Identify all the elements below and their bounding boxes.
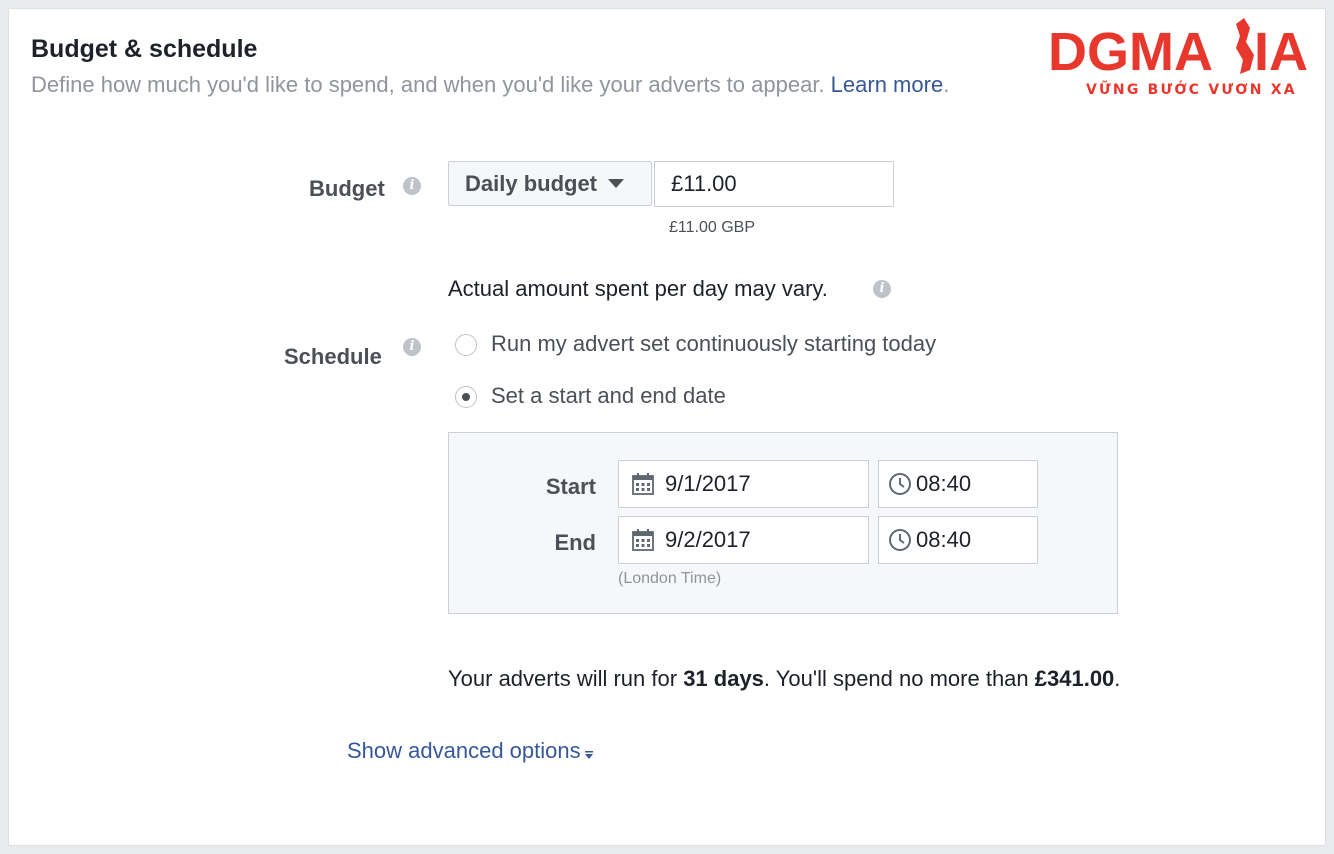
dgmasia-logo: DGMA IA VỮNG BƯỚC VƯƠN XA — [1048, 18, 1308, 98]
show-advanced-options-link[interactable]: Show advanced options — [347, 738, 594, 764]
subtitle-text: Define how much you'd like to spend, and… — [31, 72, 825, 97]
info-icon[interactable]: i — [403, 177, 421, 195]
budget-converted-amount: £11.00 GBP — [669, 219, 755, 236]
budget-label: Budget — [309, 176, 385, 201]
logo-map-shape — [1236, 18, 1254, 74]
start-date-input[interactable]: 9/1/2017 — [618, 460, 869, 508]
end-date-input[interactable]: 9/2/2017 — [618, 516, 869, 564]
timezone-note: (London Time) — [618, 570, 722, 587]
caret-down-icon — [584, 751, 593, 759]
budget-vary-note: Actual amount spent per day may vary. — [448, 276, 828, 301]
option-run-continuously-label[interactable]: Run my advert set continuously starting … — [491, 331, 936, 357]
end-time-input[interactable]: 08:40 — [878, 516, 1038, 564]
end-time-value: 08:40 — [916, 527, 972, 552]
info-icon[interactable]: i — [873, 280, 891, 298]
caret-down-icon — [608, 179, 625, 188]
start-time-input[interactable]: 08:40 — [878, 460, 1038, 508]
summary-middle: . You'll spend no more than — [763, 666, 1035, 691]
calendar-icon — [632, 529, 654, 551]
radio-selected-dot — [462, 393, 470, 401]
logo-text-b: IA — [1254, 22, 1308, 82]
start-label: Start — [545, 474, 596, 499]
radio-run-continuously[interactable] — [455, 334, 477, 356]
radio-start-end-date[interactable] — [455, 386, 477, 408]
summary-duration: 31 days — [683, 666, 764, 691]
start-date-value: 9/1/2017 — [665, 471, 751, 496]
clock-icon — [889, 529, 911, 551]
section-subtitle: Define how much you'd like to spend, and… — [31, 72, 949, 98]
subtitle-period: . — [943, 72, 950, 97]
clock-icon — [889, 473, 911, 495]
budget-type-dropdown[interactable]: Daily budget — [448, 161, 652, 206]
summary-suffix: . — [1114, 666, 1121, 691]
budget-amount-input[interactable]: £11.00 — [654, 161, 894, 207]
advanced-options-label: Show advanced options — [347, 738, 581, 763]
end-date-value: 9/2/2017 — [665, 527, 751, 552]
section-title: Budget & schedule — [31, 35, 258, 63]
summary-prefix: Your adverts will run for — [448, 666, 684, 691]
calendar-icon — [632, 473, 654, 495]
budget-type-value: Daily budget — [465, 170, 598, 196]
option-start-end-date-label[interactable]: Set a start and end date — [491, 383, 726, 409]
logo-tagline: VỮNG BƯỚC VƯƠN XA — [1086, 80, 1297, 98]
run-summary: Your adverts will run for 31 days. You'l… — [448, 666, 1120, 692]
schedule-label: Schedule — [284, 344, 382, 369]
info-icon[interactable]: i — [403, 338, 421, 356]
summary-total: £341.00 — [1034, 666, 1115, 691]
learn-more-link[interactable]: Learn more — [831, 72, 944, 97]
start-time-value: 08:40 — [916, 471, 972, 496]
logo-text-a: DGMA — [1048, 22, 1213, 82]
end-label: End — [554, 530, 596, 555]
budget-schedule-card — [8, 8, 1326, 846]
